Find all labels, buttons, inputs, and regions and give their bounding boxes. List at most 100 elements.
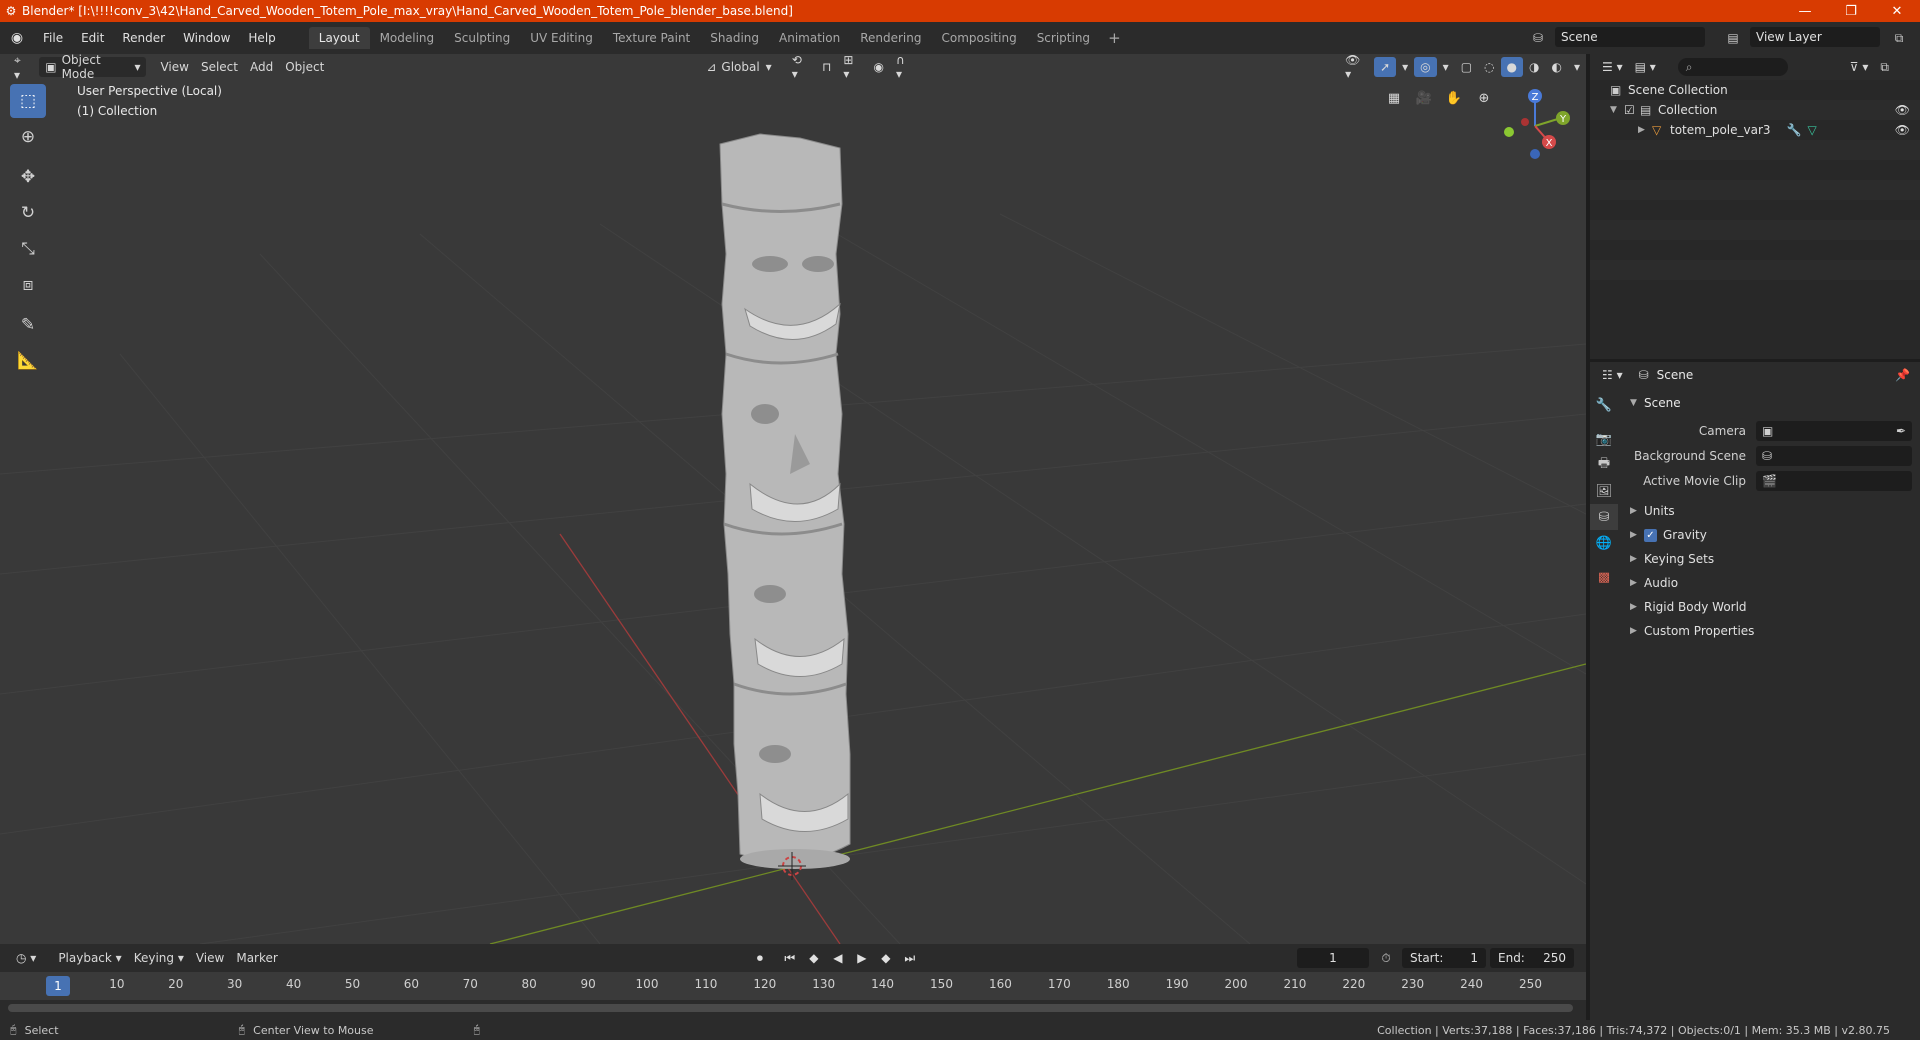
menu-object[interactable]: Object (279, 57, 330, 77)
tab-rendering[interactable]: Rendering (850, 27, 931, 49)
jump-end-icon[interactable]: ⏭ (898, 948, 922, 968)
rigid-body-world-panel-header[interactable]: ▶ Rigid Body World (1624, 595, 1920, 619)
gravity-panel-header[interactable]: ▶ ✓ Gravity (1624, 523, 1920, 547)
pin-icon[interactable]: 📌 (1895, 368, 1910, 382)
transform-orientation-dropdown[interactable]: ⊿ Global ▾ (700, 57, 777, 77)
wireframe-shading-icon[interactable]: ◌ (1478, 57, 1500, 77)
menu-playback[interactable]: Playback ▾ (52, 948, 127, 968)
gizmo-dropdown-icon[interactable]: ▾ (1396, 57, 1414, 77)
world-properties-tab-icon[interactable]: 🌐 (1590, 530, 1618, 556)
proportional-edit-icon[interactable]: ◉ (868, 57, 890, 77)
outliner-row-collection[interactable]: ▼ ☑ ▤ Collection 👁 (1590, 100, 1920, 120)
timeline-frame-ruler[interactable]: 1 10 20 30 40 50 60 70 80 90 100 110 120 130 140 150 160… (0, 972, 1586, 1000)
current-frame-field[interactable]: 1 (1297, 948, 1369, 968)
gizmo-toggle-icon[interactable]: ➚ (1374, 57, 1397, 77)
camera-view-icon[interactable]: 🎥 (1410, 84, 1438, 112)
visibility-icon[interactable]: 👁 ▾ (1339, 54, 1374, 81)
timeline-scrollbar[interactable] (8, 1004, 1573, 1012)
eyedropper-icon[interactable]: ✒ (1896, 424, 1906, 438)
audio-panel-header[interactable]: ▶ Audio (1624, 571, 1920, 595)
properties-editor-type-icon[interactable]: ☷ ▾ (1596, 365, 1629, 385)
start-frame-field[interactable]: Start: 1 (1402, 948, 1486, 968)
next-keyframe-icon[interactable]: ◆ (874, 948, 898, 968)
blender-logo-icon[interactable]: ◉ (0, 22, 34, 54)
units-panel-header[interactable]: ▶ Units (1624, 499, 1920, 523)
filter-icon[interactable]: ⊽ ▾ (1844, 57, 1875, 77)
prev-keyframe-icon[interactable]: ◆ (802, 948, 826, 968)
output-properties-tab-icon[interactable]: 🖶 (1590, 452, 1618, 478)
gravity-checkbox[interactable]: ✓ (1644, 528, 1657, 542)
grid-view-icon[interactable]: ▦ (1380, 84, 1408, 112)
play-reverse-icon[interactable]: ◀ (826, 948, 850, 968)
menu-add[interactable]: Add (244, 57, 279, 77)
background-scene-field[interactable]: ⛁ (1756, 445, 1912, 466)
new-view-layer-icon[interactable]: ⧉ (1884, 27, 1914, 49)
navigation-gizmo[interactable]: Z Y X (1495, 82, 1579, 166)
menu-edit[interactable]: Edit (72, 22, 113, 54)
tab-shading[interactable]: Shading (700, 27, 769, 49)
display-mode-icon[interactable]: ▤ ▾ (1629, 57, 1662, 77)
object-mode-dropdown[interactable]: ▣ Object Mode ▾ (39, 54, 147, 81)
scene-properties-tab-icon[interactable]: ⛁ (1590, 504, 1618, 530)
menu-timeline-view[interactable]: View (190, 948, 230, 968)
menu-render[interactable]: Render (113, 22, 174, 54)
outliner-row-scene-collection[interactable]: ▣ Scene Collection (1590, 80, 1920, 100)
custom-properties-panel-header[interactable]: ▶ Custom Properties (1624, 619, 1920, 643)
totem-pole-model[interactable] (719, 133, 851, 869)
tab-scripting[interactable]: Scripting (1027, 27, 1100, 49)
outliner-row-object[interactable]: ▶ ▽ totem_pole_var3 🔧 ▽ 👁 (1590, 120, 1920, 140)
rendered-shading-icon[interactable]: ◐ (1545, 57, 1567, 77)
active-movie-clip-field[interactable]: 🎬 (1756, 470, 1912, 491)
menu-keying[interactable]: Keying ▾ (128, 948, 190, 968)
view-layer-properties-tab-icon[interactable]: 🖼 (1590, 478, 1618, 504)
measure-tool-icon[interactable]: 📐 (10, 344, 46, 378)
record-icon[interactable]: ⏺ (748, 948, 772, 968)
menu-file[interactable]: File (34, 22, 72, 54)
pivot-point-icon[interactable]: ⟲ ▾ (786, 54, 816, 81)
snap-target-icon[interactable]: ⊞ ▾ (837, 54, 867, 81)
outliner-editor-type-icon[interactable]: ☰ ▾ (1596, 57, 1629, 77)
play-icon[interactable]: ▶ (850, 948, 874, 968)
editor-type-icon[interactable]: ⌖ ▾ (8, 54, 35, 82)
tool-properties-tab-icon[interactable]: 🔧 (1590, 392, 1618, 418)
overlay-dropdown-icon[interactable]: ▾ (1437, 57, 1455, 77)
expand-arrow-icon[interactable]: ▼ (1610, 105, 1624, 115)
maximize-button[interactable]: ❐ (1828, 0, 1874, 22)
scene-selector[interactable]: Scene (1555, 27, 1705, 47)
tab-texture-paint[interactable]: Texture Paint (603, 27, 700, 49)
outliner-search-input[interactable]: ⌕ (1677, 58, 1788, 76)
overlay-toggle-icon[interactable]: ◎ (1414, 57, 1437, 77)
move-tool-icon[interactable]: ✥ (10, 160, 46, 194)
eye-icon[interactable]: 👁 (1895, 123, 1910, 137)
xray-toggle-icon[interactable]: ▢ (1455, 57, 1478, 77)
scene-icon[interactable]: ⛁ (1525, 27, 1551, 49)
current-frame-marker[interactable]: 1 (46, 976, 70, 996)
jump-start-icon[interactable]: ⏮ (778, 948, 802, 968)
new-collection-icon[interactable]: ⧉ (1874, 57, 1895, 77)
menu-view[interactable]: View (154, 57, 194, 77)
snap-icon[interactable]: ⊓ (816, 57, 837, 77)
tab-sculpting[interactable]: Sculpting (444, 27, 520, 49)
menu-window[interactable]: Window (174, 22, 239, 54)
tab-layout[interactable]: Layout (308, 27, 370, 49)
tab-compositing[interactable]: Compositing (931, 27, 1026, 49)
shading-dropdown-icon[interactable]: ▾ (1568, 57, 1586, 77)
pan-hand-icon[interactable]: ✋ (1440, 84, 1468, 112)
checkbox-icon[interactable]: ☑ (1624, 103, 1640, 117)
timeline-editor-type-icon[interactable]: ◷ ▾ (10, 948, 42, 968)
transform-tool-icon[interactable]: ⧈ (10, 268, 46, 302)
select-box-tool-icon[interactable]: ⬚ (10, 84, 46, 118)
camera-field[interactable]: ▣ ✒ (1756, 420, 1912, 441)
annotate-tool-icon[interactable]: ✎ (10, 308, 46, 342)
end-frame-field[interactable]: End: 250 (1490, 948, 1574, 968)
tab-uv-editing[interactable]: UV Editing (520, 27, 603, 49)
rotate-tool-icon[interactable]: ↻ (10, 196, 46, 230)
render-properties-tab-icon[interactable]: 📷 (1590, 426, 1618, 452)
falloff-icon[interactable]: ∩ ▾ (890, 54, 919, 81)
mesh-data-icon[interactable]: ▽ (1807, 123, 1816, 137)
tab-modeling[interactable]: Modeling (370, 27, 445, 49)
menu-select[interactable]: Select (195, 57, 244, 77)
texture-properties-tab-icon[interactable]: ▩ (1590, 564, 1618, 590)
add-workspace-button[interactable]: + (1100, 29, 1129, 47)
menu-marker[interactable]: Marker (230, 948, 283, 968)
